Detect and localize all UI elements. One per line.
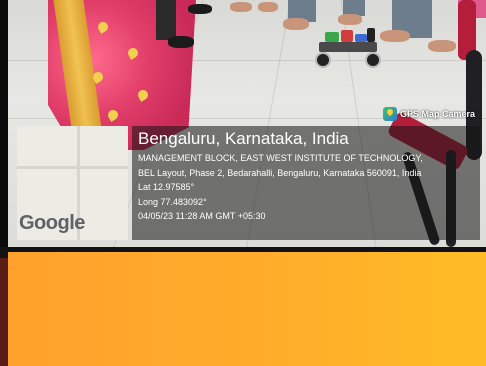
latitude: Lat 12.97585°: [138, 182, 195, 192]
gps-map-camera-tag: GPS Map Camera: [383, 104, 475, 124]
address-line-2: BEL Layout, Phase 2, Bedarahalli, Bengal…: [138, 167, 422, 178]
event-photo: GPS Map Camera Google Bengaluru, Karnata…: [8, 0, 486, 247]
address-line-1: MANAGEMENT BLOCK, EAST WEST INSTITUTE OF…: [138, 153, 423, 163]
robot-car: [313, 26, 383, 72]
map-thumbnail: Google: [17, 126, 128, 240]
orange-panel: [8, 252, 486, 366]
screen: GPS Map Camera Google Bengaluru, Karnata…: [0, 0, 486, 366]
location-info-panel: Bengaluru, Karnataka, India MANAGEMENT B…: [132, 126, 480, 240]
location-title: Bengaluru, Karnataka, India: [138, 129, 349, 148]
photo-frame: GPS Map Camera Google Bengaluru, Karnata…: [0, 0, 486, 247]
gps-app-name: GPS Map Camera: [400, 109, 476, 119]
google-logo: Google: [19, 212, 85, 234]
timestamp: 04/05/23 11:28 AM GMT +05:30: [138, 211, 266, 221]
longitude: Long 77.483092°: [138, 196, 207, 207]
gps-map-camera-logo-icon: [383, 107, 397, 121]
